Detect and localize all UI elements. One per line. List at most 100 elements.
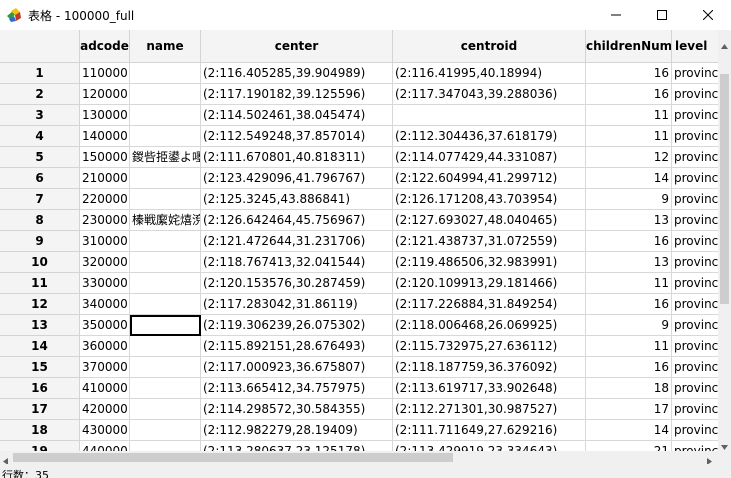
cell-centroid[interactable]: [393, 105, 586, 126]
cell-level[interactable]: province: [672, 252, 718, 273]
cell-center[interactable]: (2:121.472644,31.231706): [201, 231, 393, 252]
row-number[interactable]: 17: [0, 399, 80, 420]
row-number[interactable]: 1: [0, 63, 80, 84]
cell-center[interactable]: (2:112.982279,28.19409): [201, 420, 393, 441]
cell-center[interactable]: (2:112.549248,37.857014): [201, 126, 393, 147]
row-number[interactable]: 18: [0, 420, 80, 441]
table-row[interactable]: 3 130000 (2:114.502461,38.045474) 11 provinc…: [0, 105, 718, 126]
table-row[interactable]: 8 230000 榛戦緳姹熺渷 (2:126.642464,45.756967) (2:…: [0, 210, 718, 231]
horizontal-scrollbar[interactable]: [0, 451, 718, 465]
cell-childrennum[interactable]: 18: [586, 378, 672, 399]
table-row[interactable]: 10 320000 (2:118.767413,32.041544) (2:119.4…: [0, 252, 718, 273]
cell-childrennum[interactable]: 14: [586, 420, 672, 441]
cell-adcode[interactable]: 330000: [80, 273, 130, 294]
cell-childrennum[interactable]: 16: [586, 84, 672, 105]
cell-center[interactable]: (2:118.767413,32.041544): [201, 252, 393, 273]
minimize-button[interactable]: [593, 0, 639, 30]
cell-childrennum[interactable]: 16: [586, 357, 672, 378]
cell-level[interactable]: province: [672, 294, 718, 315]
row-number[interactable]: 9: [0, 231, 80, 252]
cell-level[interactable]: province: [672, 189, 718, 210]
cell-center[interactable]: (2:113.280637,23.125178): [201, 441, 393, 451]
cell-childrennum[interactable]: 16: [586, 63, 672, 84]
cell-centroid[interactable]: (2:112.271301,30.987527): [393, 399, 586, 420]
cell-name[interactable]: [130, 357, 201, 378]
cell-center[interactable]: (2:115.892151,28.676493): [201, 336, 393, 357]
cell-level[interactable]: province: [672, 378, 718, 399]
cell-name[interactable]: [130, 420, 201, 441]
table-row[interactable]: 12 340000 (2:117.283042,31.86119) (2:117.22…: [0, 294, 718, 315]
horizontal-scroll-thumb[interactable]: [13, 453, 453, 462]
table-row[interactable]: 9 310000 (2:121.472644,31.231706) (2:121.43…: [0, 231, 718, 252]
cell-childrennum[interactable]: 21: [586, 441, 672, 451]
cell-centroid[interactable]: (2:120.109913,29.181466): [393, 273, 586, 294]
cell-level[interactable]: province: [672, 84, 718, 105]
cell-name[interactable]: [130, 84, 201, 105]
cell-level[interactable]: province: [672, 315, 718, 336]
row-number[interactable]: 7: [0, 189, 80, 210]
cell-adcode[interactable]: 420000: [80, 399, 130, 420]
cell-center[interactable]: (2:114.502461,38.045474): [201, 105, 393, 126]
table-row[interactable]: 16 410000 (2:113.665412,34.757975) (2:113.6…: [0, 378, 718, 399]
cell-childrennum[interactable]: 13: [586, 210, 672, 231]
cell-centroid[interactable]: (2:116.41995,40.18994): [393, 63, 586, 84]
cell-childrennum[interactable]: 9: [586, 189, 672, 210]
maximize-button[interactable]: [639, 0, 685, 30]
cell-adcode[interactable]: 440000: [80, 441, 130, 451]
cell-centroid[interactable]: (2:111.711649,27.629216): [393, 420, 586, 441]
row-number[interactable]: 4: [0, 126, 80, 147]
table-row[interactable]: 4 140000 (2:112.549248,37.857014) (2:112.30…: [0, 126, 718, 147]
vertical-scroll-thumb[interactable]: [720, 74, 729, 304]
cell-adcode[interactable]: 110000: [80, 63, 130, 84]
row-number[interactable]: 19: [0, 441, 80, 451]
cell-centroid[interactable]: (2:112.304436,37.618179): [393, 126, 586, 147]
cell-centroid[interactable]: (2:122.604994,41.299712): [393, 168, 586, 189]
cell-centroid[interactable]: (2:115.732975,27.636112): [393, 336, 586, 357]
close-button[interactable]: [685, 0, 731, 30]
table-row[interactable]: 7 220000 (2:125.3245,43.886841) (2:126.1712…: [0, 189, 718, 210]
table-row[interactable]: 13 350000 (2:119.306239,26.075302) (2:118.0…: [0, 315, 718, 336]
cell-adcode[interactable]: 320000: [80, 252, 130, 273]
column-header-level[interactable]: level: [672, 30, 718, 62]
cell-level[interactable]: province: [672, 420, 718, 441]
cell-name[interactable]: [130, 126, 201, 147]
cell-center[interactable]: (2:114.298572,30.584355): [201, 399, 393, 420]
cell-centroid[interactable]: (2:113.429919,23.334643): [393, 441, 586, 451]
cell-adcode[interactable]: 430000: [80, 420, 130, 441]
cell-childrennum[interactable]: 11: [586, 105, 672, 126]
cell-adcode[interactable]: 360000: [80, 336, 130, 357]
cell-adcode[interactable]: 340000: [80, 294, 130, 315]
cell-childrennum[interactable]: 11: [586, 336, 672, 357]
cell-center[interactable]: (2:116.405285,39.904989): [201, 63, 393, 84]
row-number[interactable]: 13: [0, 315, 80, 336]
column-header-name[interactable]: name: [130, 30, 201, 62]
attribute-table[interactable]: adcode name center centroid childrenNum …: [0, 30, 718, 451]
vertical-scrollbar[interactable]: [718, 30, 731, 451]
cell-name[interactable]: [130, 105, 201, 126]
cell-center[interactable]: (2:123.429096,41.796767): [201, 168, 393, 189]
cell-name[interactable]: [130, 273, 201, 294]
cell-center[interactable]: (2:117.190182,39.125596): [201, 84, 393, 105]
cell-center[interactable]: (2:117.283042,31.86119): [201, 294, 393, 315]
cell-childrennum[interactable]: 9: [586, 315, 672, 336]
cell-level[interactable]: province: [672, 336, 718, 357]
cell-adcode[interactable]: 350000: [80, 315, 130, 336]
row-number[interactable]: 3: [0, 105, 80, 126]
cell-centroid[interactable]: (2:127.693027,48.040465): [393, 210, 586, 231]
cell-adcode[interactable]: 150000: [80, 147, 130, 168]
row-number[interactable]: 2: [0, 84, 80, 105]
row-number[interactable]: 16: [0, 378, 80, 399]
cell-centroid[interactable]: (2:126.171208,43.703954): [393, 189, 586, 210]
cell-level[interactable]: province: [672, 105, 718, 126]
cell-centroid[interactable]: (2:121.438737,31.072559): [393, 231, 586, 252]
cell-name[interactable]: [130, 441, 201, 451]
cell-childrennum[interactable]: 11: [586, 126, 672, 147]
cell-centroid[interactable]: (2:118.187759,36.376092): [393, 357, 586, 378]
cell-center[interactable]: (2:113.665412,34.757975): [201, 378, 393, 399]
cell-childrennum[interactable]: 16: [586, 231, 672, 252]
cell-name[interactable]: 鍐呰挋鍙よ嚜: [130, 147, 201, 168]
cell-childrennum[interactable]: 16: [586, 294, 672, 315]
cell-childrennum[interactable]: 14: [586, 168, 672, 189]
cell-level[interactable]: province: [672, 231, 718, 252]
row-number[interactable]: 14: [0, 336, 80, 357]
